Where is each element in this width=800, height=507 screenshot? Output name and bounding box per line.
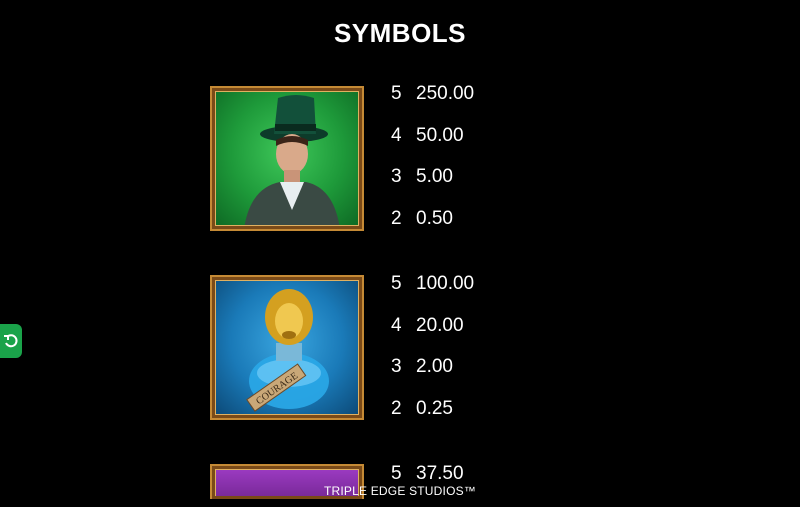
payout-row: 2 0.50 <box>391 207 474 252</box>
payout-row: 5 100.00 <box>391 273 475 317</box>
match-count: 4 <box>391 124 402 146</box>
payout-row: 4 20.00 <box>391 314 474 359</box>
payout-row: 5 250.00 <box>391 83 475 127</box>
match-count: 5 <box>391 83 402 104</box>
payout-value: 100.00 <box>416 273 475 294</box>
payout-value: 20.00 <box>416 314 464 336</box>
match-count: 3 <box>391 166 402 187</box>
paytable-symbol-2: 5 100.00 4 20.00 3 2.00 2 0.25 <box>391 273 475 442</box>
payout-row: 2 0.25 <box>391 397 474 442</box>
payout-value: 250.00 <box>416 83 475 104</box>
back-button[interactable] <box>0 324 22 358</box>
symbol-tile-gentleman <box>210 86 364 231</box>
studio-footer: TRIPLE EDGE STUDIOS™ <box>323 484 477 498</box>
page-title: SYMBOLS <box>333 18 467 48</box>
paytable-symbol-1: 5 250.00 4 50.00 3 5.00 2 0.50 <box>391 83 475 252</box>
payout-row: 4 50.00 <box>391 124 474 169</box>
match-count: 5 <box>391 273 402 294</box>
lion-courage-bottle-icon: COURAGE <box>246 289 329 412</box>
match-count: 3 <box>391 356 402 377</box>
payout-value: 0.50 <box>416 207 453 229</box>
payout-value: 5.00 <box>416 166 453 187</box>
match-count: 5 <box>391 463 402 484</box>
symbol-tile-lion-bottle: COURAGE <box>210 275 364 420</box>
back-arrow-icon <box>4 334 18 348</box>
match-count: 2 <box>391 397 402 419</box>
gentleman-top-hat-icon <box>244 95 340 225</box>
payout-row: 3 2.00 <box>391 356 474 400</box>
payout-value: 2.00 <box>416 356 453 377</box>
payout-value: 50.00 <box>416 124 464 146</box>
match-count: 4 <box>391 314 402 336</box>
match-count: 2 <box>391 207 402 229</box>
payout-value: 0.25 <box>416 397 453 419</box>
payout-value: 37.50 <box>416 463 464 484</box>
payout-row: 3 5.00 <box>391 166 474 210</box>
